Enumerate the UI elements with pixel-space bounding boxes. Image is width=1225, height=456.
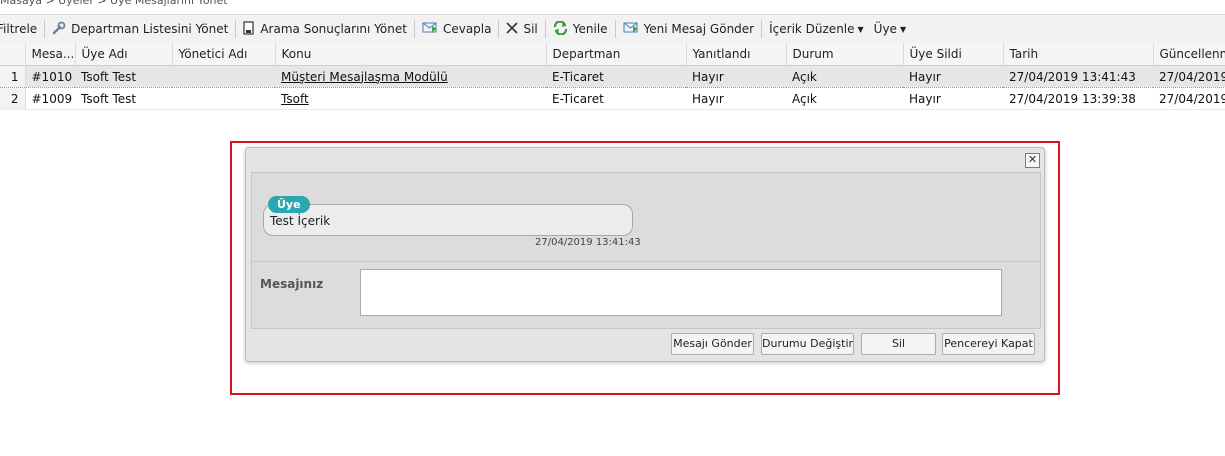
- cell-subject: Müşteri Mesajlaşma Modülü: [275, 65, 546, 88]
- toolbar-separator: [413, 20, 415, 38]
- reply-textarea[interactable]: [360, 269, 1002, 316]
- subject-link[interactable]: Tsoft: [281, 92, 309, 106]
- close-window-button[interactable]: Pencereyi Kapat: [942, 333, 1035, 355]
- cell-member: Tsoft Test: [75, 65, 172, 88]
- cell-subject: Tsoft: [275, 87, 546, 110]
- delete-message-button[interactable]: Sil: [861, 333, 936, 355]
- table-row[interactable]: 2 #1009 Tsoft Test Tsoft E-Ticaret Hayır…: [0, 87, 1225, 110]
- column-header[interactable]: Yönetici Adı: [172, 43, 276, 66]
- cell-admin: [172, 65, 275, 88]
- cell-status: Açık: [786, 87, 903, 110]
- search-results-label: Arama Sonuçlarını Yönet: [260, 22, 407, 36]
- cell-deleted: Hayır: [903, 65, 1003, 88]
- column-header[interactable]: Üye Sildi: [903, 43, 1004, 66]
- wrench-icon: [52, 21, 66, 38]
- message-timestamp: 27/04/2019 13:41:43: [535, 237, 641, 248]
- column-header[interactable]: Güncellenme Tarihi: [1153, 43, 1225, 66]
- toolbar-separator: [498, 20, 500, 38]
- cell-admin: [172, 87, 275, 110]
- message-text: Test İçerik: [270, 214, 331, 228]
- cell-status: Açık: [786, 65, 903, 88]
- filter-label: Filtrele: [0, 22, 38, 36]
- chevron-down-icon: ▼: [857, 24, 864, 34]
- cell-department: E-Ticaret: [546, 65, 686, 88]
- message-bubble: Test İçerik: [263, 204, 633, 236]
- new-message-label: Yeni Mesaj Gönder: [643, 22, 755, 36]
- breadcrumb: Masaya > Üyeler > Üye Mesajlarını Yönet: [0, 0, 228, 7]
- content-edit-label: İçerik Düzenle: [769, 22, 855, 36]
- send-message-button[interactable]: Mesajı Gönder: [671, 333, 754, 355]
- change-status-button[interactable]: Durumu Değiştir: [761, 333, 854, 355]
- row-index: 1: [0, 65, 26, 88]
- reply-label: Cevapla: [442, 22, 492, 36]
- column-header[interactable]: Konu: [275, 43, 547, 66]
- conversation-panel: Test İçerik Üye 27/04/2019 13:41:43 Mesa…: [251, 172, 1041, 329]
- row-index: 2: [0, 87, 26, 110]
- new-message-button[interactable]: Yeni Mesaj Gönder: [618, 18, 760, 40]
- cell-date: 27/04/2019 13:41:43: [1003, 65, 1153, 88]
- cell-member: Tsoft Test: [75, 87, 172, 110]
- column-header[interactable]: Tarih: [1003, 43, 1154, 66]
- messages-table: Mesa... Üye Adı Yönetici Adı Konu Depart…: [0, 43, 1225, 110]
- delete-button[interactable]: Sil: [501, 18, 542, 40]
- cell-updated: 27/04/2019 13:39:38: [1153, 87, 1225, 110]
- delete-label: Sil: [523, 22, 538, 36]
- dept-list-label: Departman Listesini Yönet: [71, 22, 229, 36]
- refresh-button[interactable]: Yenile: [548, 18, 613, 40]
- table-header-row: Mesa... Üye Adı Yönetici Adı Konu Depart…: [0, 43, 1225, 66]
- cell-id: #1009: [25, 87, 75, 110]
- search-results-button[interactable]: Arama Sonuçlarını Yönet: [238, 18, 412, 40]
- toolbar-separator: [44, 20, 46, 38]
- cell-answered: Hayır: [686, 87, 786, 110]
- cell-department: E-Ticaret: [546, 87, 686, 110]
- reply-button[interactable]: Cevapla: [417, 18, 497, 40]
- envelope-new-icon: [623, 21, 639, 37]
- subject-link[interactable]: Müşteri Mesajlaşma Modülü: [281, 70, 448, 84]
- cell-date: 27/04/2019 13:39:38: [1003, 87, 1153, 110]
- column-header-index: [0, 43, 26, 66]
- column-header[interactable]: Yanıtlandı: [686, 43, 787, 66]
- reply-label: Mesajınız: [260, 277, 324, 291]
- message-dialog: ✕ Test İçerik Üye 27/04/2019 13:41:43 Me…: [245, 147, 1045, 362]
- table-row[interactable]: 1 #1010 Tsoft Test Müşteri Mesajlaşma Mo…: [0, 65, 1225, 88]
- cell-id: #1010: [25, 65, 75, 88]
- member-menu[interactable]: Üye ▼: [869, 18, 911, 40]
- toolbar-separator: [235, 20, 237, 38]
- refresh-icon: [553, 19, 568, 38]
- toolbar-separator: [614, 20, 616, 38]
- column-header[interactable]: Durum: [786, 43, 904, 66]
- cell-updated: 27/04/2019 13:41:43: [1153, 65, 1225, 88]
- divider: [252, 261, 1040, 262]
- refresh-label: Yenile: [572, 22, 608, 36]
- sender-badge: Üye: [268, 196, 310, 213]
- toolbar-separator: [544, 20, 546, 38]
- content-edit-menu[interactable]: İçerik Düzenle ▼: [764, 18, 869, 40]
- document-icon: [243, 20, 255, 38]
- toolbar-separator: [761, 20, 763, 38]
- member-menu-label: Üye: [873, 22, 897, 36]
- cell-answered: Hayır: [686, 65, 786, 88]
- column-header[interactable]: Üye Adı: [75, 43, 173, 66]
- delete-x-icon: [506, 21, 519, 37]
- filter-button[interactable]: Filtrele: [0, 18, 42, 40]
- close-icon[interactable]: ✕: [1025, 153, 1040, 168]
- dept-list-button[interactable]: Departman Listesini Yönet: [47, 18, 233, 40]
- envelope-reply-icon: [422, 21, 438, 37]
- cell-deleted: Hayır: [903, 87, 1003, 110]
- toolbar: Filtrele Departman Listesini Yönet Arama…: [0, 14, 1225, 44]
- column-header[interactable]: Departman: [546, 43, 687, 66]
- chevron-down-icon: ▼: [899, 24, 907, 34]
- column-header[interactable]: Mesa...: [25, 43, 76, 66]
